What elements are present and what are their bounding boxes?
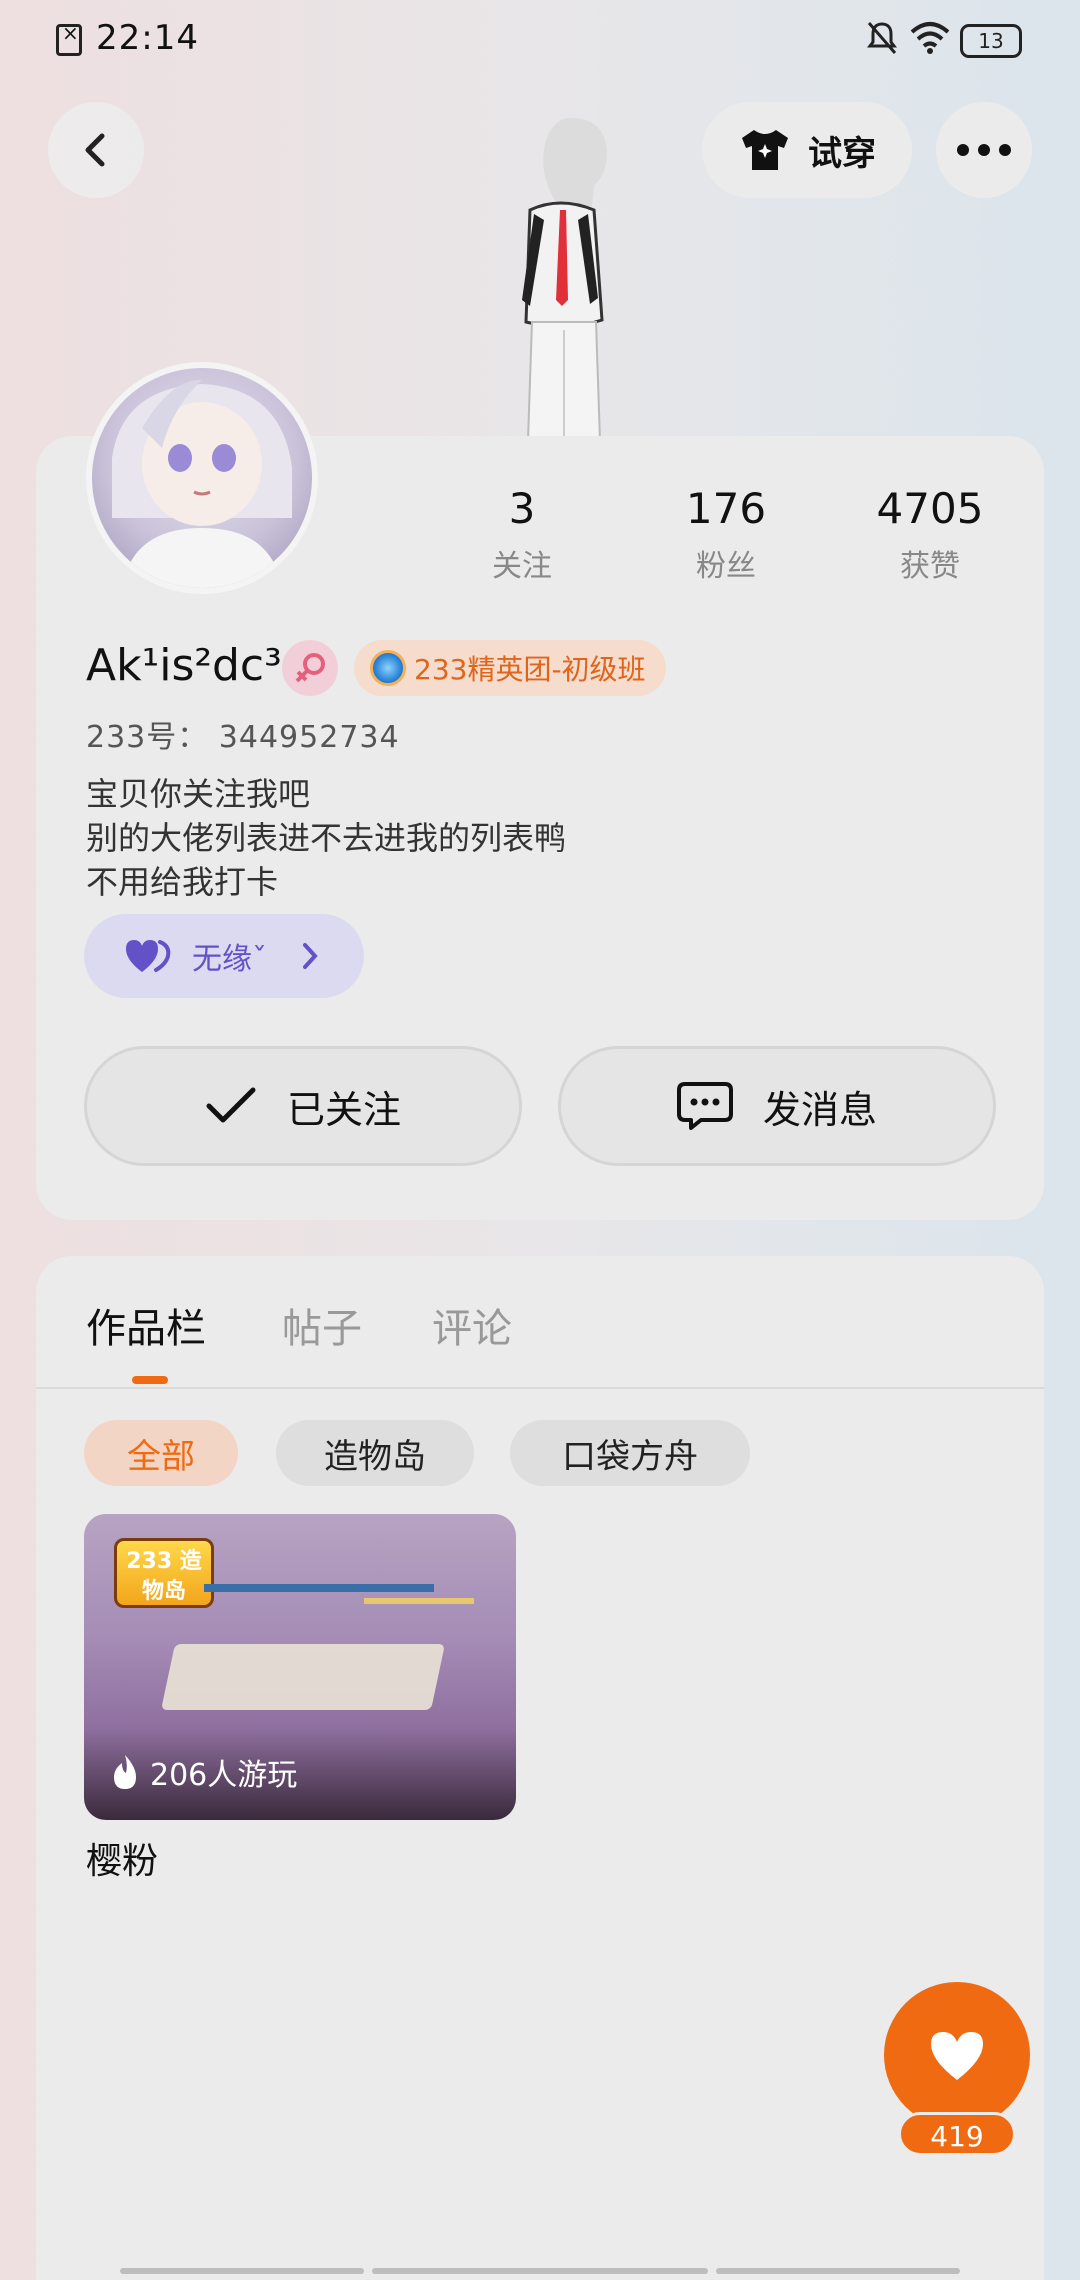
divider <box>36 1387 1044 1389</box>
game-logo: 233 造物岛 <box>114 1538 214 1608</box>
stat-fans[interactable]: 176 粉丝 <box>626 484 826 585</box>
more-options-button[interactable] <box>936 102 1032 198</box>
track-decoration <box>204 1584 474 1604</box>
username: Ak¹is²dc³ <box>86 640 282 691</box>
play-count-label: 206人游玩 <box>150 1758 298 1793</box>
bio-line: 宝贝你关注我吧 <box>86 775 311 813</box>
tab-indicator <box>132 1376 168 1384</box>
bio-line: 别的大佬列表进不去进我的列表鸭 <box>86 819 567 857</box>
female-gender-icon <box>282 640 338 696</box>
avatar-illustration <box>112 379 292 588</box>
stat-label: 粉丝 <box>696 549 756 584</box>
elite-medal-icon <box>370 650 406 686</box>
user-id: 233号： 344952734 <box>86 720 400 755</box>
bond-chip[interactable]: 无缘ˇ <box>84 914 364 998</box>
chat-bubble-icon <box>676 1082 733 1130</box>
filter-all[interactable]: 全部 <box>84 1420 238 1486</box>
back-button[interactable] <box>48 102 144 198</box>
work-title[interactable]: 樱粉 <box>86 1832 158 1884</box>
scroll-indicator <box>716 2268 960 2274</box>
check-icon <box>206 1087 256 1123</box>
bond-label: 无缘ˇ <box>192 942 267 977</box>
stat-value: 176 <box>685 484 767 533</box>
stat-value: 3 <box>508 484 536 533</box>
shirt-icon <box>742 130 788 170</box>
stat-label: 关注 <box>492 549 552 584</box>
chevron-left-icon <box>85 133 105 167</box>
chevron-right-icon <box>303 943 318 969</box>
try-on-label: 试穿 <box>808 133 876 174</box>
work-card[interactable]: 233 造物岛 206人游玩 <box>84 1514 516 1820</box>
following-button[interactable]: 已关注 <box>84 1046 522 1166</box>
message-button[interactable]: 发消息 <box>558 1046 996 1166</box>
character-figure <box>522 117 607 440</box>
more-dots-icon <box>957 144 1011 156</box>
stat-value: 4705 <box>876 484 984 533</box>
scroll-indicator <box>372 2268 708 2274</box>
try-on-button[interactable]: 试穿 <box>702 102 912 198</box>
stat-following[interactable]: 3 关注 <box>422 484 622 585</box>
flame-icon <box>114 1755 136 1789</box>
like-count: 419 <box>898 2112 1016 2156</box>
following-label: 已关注 <box>286 1087 401 1132</box>
filter-creation-island[interactable]: 造物岛 <box>276 1420 474 1486</box>
filter-pocket-ark[interactable]: 口袋方舟 <box>510 1420 750 1486</box>
stat-label: 获赞 <box>900 549 960 584</box>
double-heart-icon <box>126 940 171 972</box>
wifi-icon <box>910 22 950 54</box>
bio: 宝贝你关注我吧 别的大佬列表进不去进我的列表鸭 不用给我打卡 <box>86 772 566 904</box>
bio-line: 不用给我打卡 <box>86 863 279 901</box>
sim-card-icon <box>56 21 82 56</box>
play-count: 206人游玩 <box>110 1750 297 1794</box>
bell-off-icon <box>867 22 897 54</box>
game-platform <box>160 1644 446 1710</box>
elite-team-badge[interactable]: 233精英团-初级班 <box>354 640 666 696</box>
tab-works[interactable]: 作品栏 <box>86 1296 206 1354</box>
scroll-indicator <box>120 2268 364 2274</box>
like-button[interactable] <box>884 1982 1030 2128</box>
elite-badge-label: 233精英团-初级班 <box>414 653 646 686</box>
tab-posts[interactable]: 帖子 <box>282 1296 362 1354</box>
stat-likes[interactable]: 4705 获赞 <box>830 484 1030 585</box>
avatar[interactable] <box>86 362 318 594</box>
battery-indicator: 13 <box>960 24 1022 58</box>
tab-comments[interactable]: 评论 <box>432 1296 512 1354</box>
status-time: 22:14 <box>96 18 199 58</box>
status-bar: 22:14 13 <box>0 0 1080 84</box>
heart-icon <box>931 2032 983 2080</box>
message-label: 发消息 <box>762 1087 877 1132</box>
